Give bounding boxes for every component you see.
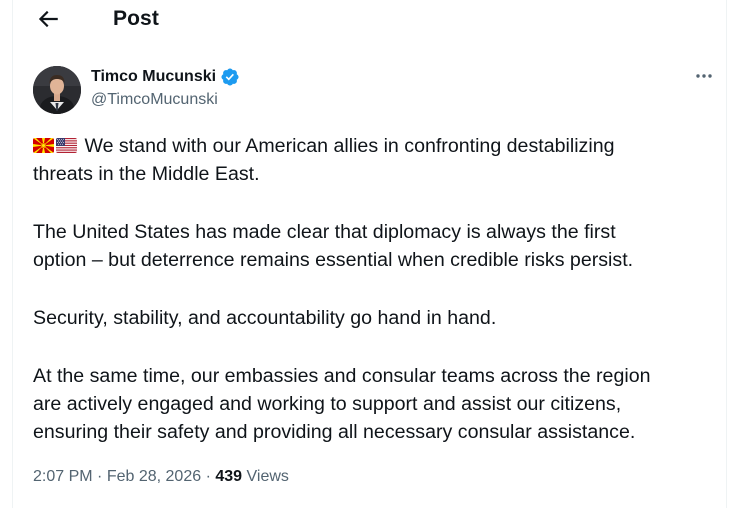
post-page: Post Timco Mucunski @TimcoMucunski We st…: [0, 0, 730, 508]
post-line: ensuring their safety and providing all …: [33, 421, 636, 443]
author-display-name[interactable]: Timco Mucunski: [91, 68, 216, 86]
author-name-row: Timco Mucunski: [91, 67, 240, 87]
more-options-button[interactable]: [688, 66, 720, 86]
meta-separator: ·: [97, 468, 103, 485]
views-count: 439: [215, 468, 243, 485]
post-line: threats in the Middle East.: [33, 163, 260, 185]
verified-badge-icon[interactable]: [220, 67, 240, 87]
page-title: Post: [113, 7, 159, 30]
avatar[interactable]: [33, 66, 81, 114]
meta-separator: ·: [205, 468, 211, 485]
post-date[interactable]: Feb 28, 2026: [107, 468, 201, 485]
post-text: We stand with our American allies in con…: [33, 132, 713, 476]
post-paragraph: The United States has made clear that di…: [33, 218, 713, 274]
column-border-right: [726, 0, 727, 508]
post-paragraph: At the same time, our embassies and cons…: [33, 362, 713, 446]
author-handle[interactable]: @TimcoMucunski: [91, 91, 218, 109]
post-line: We stand with our American allies in con…: [84, 135, 615, 157]
post-time[interactable]: 2:07 PM: [33, 468, 93, 485]
post-paragraph: We stand with our American allies in con…: [33, 132, 713, 188]
back-button[interactable]: [35, 6, 61, 32]
post-metadata: 2:07 PM · Feb 28, 2026 · 439 Views: [33, 468, 289, 486]
post-line: The United States has made clear that di…: [33, 221, 616, 243]
post-line: Security, stability, and accountability …: [33, 307, 497, 329]
more-horizontal-icon: [688, 73, 720, 90]
united-states-flag-icon: [56, 138, 77, 153]
page-header: Post: [13, 0, 726, 40]
column-border-left: [12, 0, 13, 508]
post-line: option – but deterrence remains essentia…: [33, 249, 634, 271]
views-label: Views: [246, 468, 289, 485]
north-macedonia-flag-icon: [33, 138, 54, 153]
post-line: are actively engaged and working to supp…: [33, 393, 622, 415]
arrow-left-icon: [35, 6, 61, 32]
post-line: At the same time, our embassies and cons…: [33, 365, 651, 387]
post-paragraph: Security, stability, and accountability …: [33, 304, 713, 332]
